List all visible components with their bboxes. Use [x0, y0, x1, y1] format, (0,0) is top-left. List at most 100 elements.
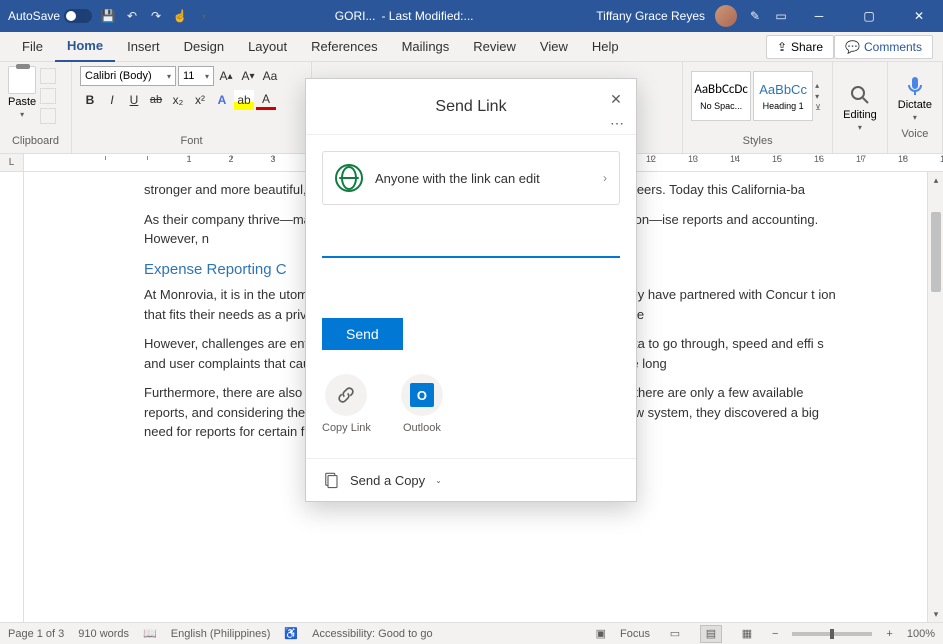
print-layout-button[interactable]: ▤: [700, 625, 722, 643]
font-name-select[interactable]: Calibri (Body) ▾: [80, 66, 176, 86]
chevron-down-icon[interactable]: ▾: [913, 113, 917, 122]
dialog-title: Send Link: [435, 98, 506, 116]
scroll-down-icon[interactable]: ▾: [928, 606, 943, 622]
scrollbar-thumb[interactable]: [931, 212, 941, 292]
superscript-button[interactable]: x²: [190, 90, 210, 110]
clipboard-group-label: Clipboard: [8, 135, 63, 149]
tab-home[interactable]: Home: [55, 32, 115, 62]
tab-help[interactable]: Help: [580, 32, 631, 62]
editing-label: Editing: [843, 109, 877, 121]
zoom-in-button[interactable]: +: [886, 628, 892, 640]
change-case-button[interactable]: Aa: [260, 66, 280, 86]
mic-icon[interactable]: [903, 73, 927, 97]
tab-mailings[interactable]: Mailings: [390, 32, 462, 62]
editing-group: Editing ▾: [833, 62, 888, 153]
highlight-button[interactable]: ab: [234, 90, 254, 110]
toggle-switch[interactable]: [64, 9, 92, 23]
modified-label: - Last Modified:...: [381, 9, 473, 23]
touch-mode-icon[interactable]: ☝: [172, 8, 188, 24]
link-settings-button[interactable]: Anyone with the link can edit ›: [322, 151, 620, 205]
accessibility-icon: ♿: [284, 627, 298, 640]
chevron-down-icon[interactable]: ▾: [20, 110, 24, 119]
underline-button[interactable]: U: [124, 90, 144, 110]
autosave-label: AutoSave: [8, 9, 60, 23]
outlook-button[interactable]: O Outlook: [401, 374, 443, 434]
recipient-input[interactable]: [322, 225, 620, 258]
format-painter-icon[interactable]: [40, 108, 56, 124]
minimize-button[interactable]: ─: [799, 0, 839, 32]
title-bar: AutoSave 💾 ↶ ↷ ☝ ▾ GORI... - Last Modifi…: [0, 0, 943, 32]
spellcheck-icon[interactable]: 📖: [143, 627, 157, 640]
pen-icon[interactable]: ✎: [747, 8, 763, 24]
tab-references[interactable]: References: [299, 32, 389, 62]
language-indicator[interactable]: English (Philippines): [171, 628, 271, 640]
save-icon[interactable]: 💾: [100, 8, 116, 24]
send-copy-button[interactable]: Send a Copy ⌄: [306, 458, 636, 501]
zoom-out-button[interactable]: −: [772, 628, 778, 640]
send-copy-label: Send a Copy: [350, 473, 425, 488]
web-layout-button[interactable]: ▦: [736, 625, 758, 643]
vertical-scrollbar[interactable]: ▴ ▾: [927, 172, 943, 622]
tab-insert[interactable]: Insert: [115, 32, 172, 62]
cut-icon[interactable]: [40, 68, 56, 84]
font-color-button[interactable]: A: [256, 90, 276, 110]
paste-button[interactable]: Paste ▾: [8, 66, 36, 124]
qat-dropdown-icon[interactable]: ▾: [196, 8, 212, 24]
accessibility-status[interactable]: Accessibility: Good to go: [312, 628, 432, 640]
focus-mode[interactable]: Focus: [620, 628, 650, 640]
tab-view[interactable]: View: [528, 32, 580, 62]
text-effects-button[interactable]: A: [212, 90, 232, 110]
font-size-select[interactable]: 11 ▾: [178, 66, 214, 86]
copy-icon[interactable]: [40, 88, 56, 104]
tab-layout[interactable]: Layout: [236, 32, 299, 62]
strike-button[interactable]: ab: [146, 90, 166, 110]
share-icon: ⇪: [777, 40, 787, 54]
focus-icon[interactable]: ▣: [596, 627, 606, 640]
ruler-corner: L: [0, 154, 24, 171]
autosave-toggle[interactable]: AutoSave: [8, 9, 92, 23]
ruler-tick: 17: [840, 154, 882, 164]
redo-icon[interactable]: ↷: [148, 8, 164, 24]
word-count[interactable]: 910 words: [78, 628, 129, 640]
shrink-font-button[interactable]: A▾: [238, 66, 258, 86]
ribbon-display-icon[interactable]: ▭: [773, 8, 789, 24]
undo-icon[interactable]: ↶: [124, 8, 140, 24]
more-options-button[interactable]: ⋯: [610, 115, 626, 132]
ruler-tick: 13: [672, 154, 714, 164]
close-dialog-button[interactable]: ✕: [606, 89, 626, 109]
font-group: Calibri (Body) ▾ 11 ▾ A▴ A▾ Aa B I U ab …: [72, 62, 312, 153]
editing-icon[interactable]: [848, 83, 872, 107]
tab-file[interactable]: File: [10, 32, 55, 62]
bold-button[interactable]: B: [80, 90, 100, 110]
subscript-button[interactable]: x₂: [168, 90, 188, 110]
send-button[interactable]: Send: [322, 318, 403, 350]
document-name: GORI...: [335, 9, 376, 23]
vertical-ruler[interactable]: [0, 172, 24, 622]
share-button[interactable]: ⇪ Share: [766, 35, 834, 59]
style-preview: AaBbCcDc: [694, 82, 748, 97]
user-avatar[interactable]: [715, 5, 737, 27]
zoom-slider[interactable]: [792, 632, 872, 636]
comments-button[interactable]: 💬 Comments: [834, 35, 933, 59]
styles-down-icon[interactable]: ▾: [815, 92, 821, 101]
font-name-value: Calibri (Body): [85, 70, 152, 82]
chevron-down-icon[interactable]: ▾: [858, 123, 862, 132]
italic-button[interactable]: I: [102, 90, 122, 110]
read-mode-button[interactable]: ▭: [664, 625, 686, 643]
styles-more-icon[interactable]: ⊻: [815, 103, 821, 112]
style-heading1[interactable]: AaBbCc Heading 1: [753, 71, 813, 121]
ruler-tick: 1: [168, 154, 210, 164]
close-window-button[interactable]: ✕: [899, 0, 939, 32]
zoom-level[interactable]: 100%: [907, 628, 935, 640]
tab-review[interactable]: Review: [461, 32, 528, 62]
copy-link-button[interactable]: Copy Link: [322, 374, 371, 434]
maximize-button[interactable]: ▢: [849, 0, 889, 32]
style-no-spacing[interactable]: AaBbCcDc No Spac...: [691, 71, 751, 121]
page-indicator[interactable]: Page 1 of 3: [8, 628, 64, 640]
tab-design[interactable]: Design: [172, 32, 236, 62]
scroll-up-icon[interactable]: ▴: [928, 172, 943, 188]
grow-font-button[interactable]: A▴: [216, 66, 236, 86]
styles-up-icon[interactable]: ▴: [815, 81, 821, 90]
ruler-tick: 3: [252, 154, 294, 164]
comment-icon: 💬: [845, 40, 860, 54]
